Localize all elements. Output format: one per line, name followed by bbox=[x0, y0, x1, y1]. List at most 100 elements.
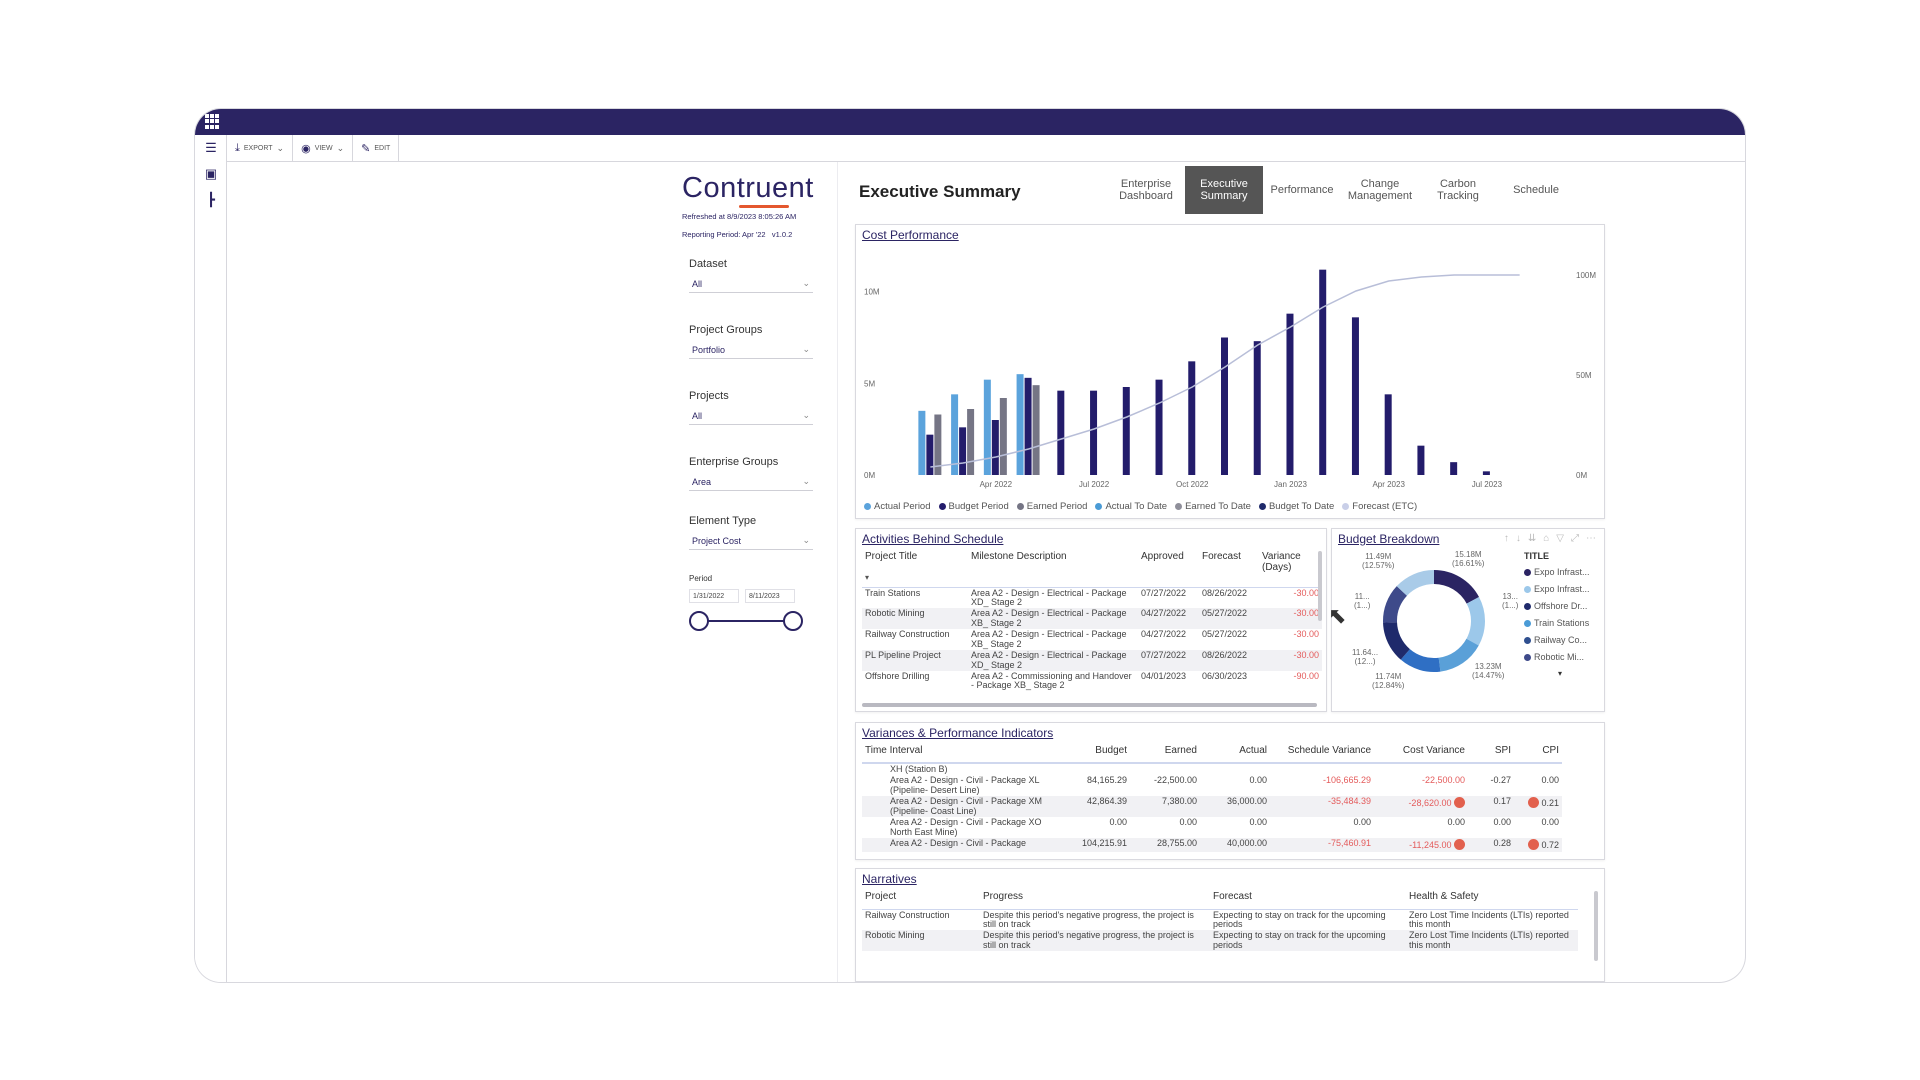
table-row[interactable]: Robotic Mining Despite this period's nega… bbox=[862, 930, 1578, 952]
col-spi[interactable]: SPI bbox=[1468, 745, 1514, 763]
legend-item[interactable]: Expo Infrast... bbox=[1524, 567, 1590, 577]
filter-icon[interactable]: ▽ bbox=[1556, 533, 1564, 544]
col-actual[interactable]: Actual bbox=[1200, 745, 1270, 763]
mouse-cursor-icon: ⬉ bbox=[1328, 603, 1347, 628]
view-button[interactable]: ◉ VIEW ⌄ bbox=[293, 134, 354, 162]
col-earned[interactable]: Earned bbox=[1130, 745, 1200, 763]
eye-icon: ◉ bbox=[301, 142, 311, 155]
col-project[interactable]: Project bbox=[862, 891, 980, 909]
report-icon[interactable]: ▣ bbox=[195, 161, 227, 187]
cell-cost-variance-wrap: -22,500.00 bbox=[1374, 775, 1468, 796]
drill-down-icon[interactable]: ↓ bbox=[1516, 533, 1521, 544]
col-forecast[interactable]: Forecast bbox=[1199, 551, 1259, 573]
legend-item[interactable]: Expo Infrast... bbox=[1524, 584, 1590, 594]
slider-end-handle[interactable] bbox=[783, 611, 803, 631]
col-project-title[interactable]: Project Title bbox=[862, 551, 968, 573]
col-health-safety[interactable]: Health & Safety bbox=[1406, 891, 1578, 909]
donut-slice[interactable] bbox=[1396, 570, 1435, 596]
edit-button[interactable]: ✎ EDIT bbox=[353, 134, 400, 162]
col-schedule-variance[interactable]: Schedule Variance bbox=[1270, 745, 1374, 763]
activities-title[interactable]: Activities Behind Schedule bbox=[862, 532, 1003, 546]
legend-item[interactable]: Actual To Date bbox=[1095, 501, 1167, 512]
legend-item[interactable]: Train Stations bbox=[1524, 618, 1590, 628]
cell-approved: 04/27/2022 bbox=[1138, 608, 1199, 630]
export-button[interactable]: ⤓ EXPORT ⌄ bbox=[227, 134, 294, 162]
cell-cpi-wrap: 0.00 bbox=[1514, 817, 1562, 838]
period-end-input[interactable]: 8/11/2023 bbox=[745, 589, 795, 603]
table-row[interactable]: Robotic Mining Area A2 - Design - Electri… bbox=[862, 608, 1322, 630]
table-row[interactable]: Train Stations Area A2 - Design - Electri… bbox=[862, 587, 1322, 608]
col-cpi[interactable]: CPI bbox=[1514, 745, 1562, 763]
col-cost-variance[interactable]: Cost Variance bbox=[1374, 745, 1468, 763]
hamburger-menu-icon[interactable]: ☰ bbox=[195, 135, 227, 161]
tab-change-management[interactable]: Change Management bbox=[1341, 166, 1419, 214]
legend-item[interactable]: Robotic Mi... bbox=[1524, 652, 1590, 662]
donut-slice[interactable] bbox=[1383, 621, 1411, 660]
legend-item[interactable]: Earned To Date bbox=[1175, 501, 1251, 512]
legend-item-label: Earned To Date bbox=[1185, 501, 1251, 512]
app-launcher-icon[interactable] bbox=[205, 114, 220, 129]
table-row[interactable]: Offshore Drilling Area A2 - Commissioning… bbox=[862, 671, 1322, 692]
legend-item[interactable]: Forecast (ETC) bbox=[1342, 501, 1417, 512]
drill-up-icon[interactable]: ↑ bbox=[1504, 533, 1509, 544]
donut-slice[interactable] bbox=[1383, 586, 1408, 623]
tab-schedule[interactable]: Schedule bbox=[1497, 166, 1575, 214]
cell-health-safety: Zero Lost Time Incidents (LTIs) reported… bbox=[1409, 909, 1569, 929]
table-row[interactable]: XH (Station B) bbox=[862, 763, 1562, 775]
expand-icon[interactable]: ⇊ bbox=[1528, 533, 1536, 544]
activities-hscroll[interactable] bbox=[862, 703, 1317, 707]
variances-title[interactable]: Variances & Performance Indicators bbox=[862, 726, 1053, 740]
sort-arrow-icon[interactable]: ▾ bbox=[862, 573, 1322, 588]
narratives-title[interactable]: Narratives bbox=[862, 872, 917, 886]
slider-start-handle[interactable] bbox=[689, 611, 709, 631]
donut-slice[interactable] bbox=[1433, 570, 1480, 604]
tab-enterprise-dashboard[interactable]: Enterprise Dashboard bbox=[1107, 166, 1185, 214]
cell-schedule-variance: -106,665.29 bbox=[1322, 775, 1371, 786]
activities-vscroll[interactable] bbox=[1318, 551, 1322, 621]
bar bbox=[1450, 462, 1458, 475]
donut-slice[interactable] bbox=[1400, 648, 1441, 672]
legend-scroll-down-icon[interactable]: ▾ bbox=[1558, 669, 1590, 678]
table-row[interactable]: PL Pipeline Project Area A2 - Design - El… bbox=[862, 650, 1322, 671]
table-row[interactable]: Area A2 - Design - Civil - Package 104,21… bbox=[862, 838, 1562, 852]
hierarchy-icon[interactable]: ⌂ bbox=[1543, 533, 1549, 544]
more-options-icon[interactable]: ⋯ bbox=[1586, 533, 1596, 544]
sidebar-divider bbox=[837, 162, 838, 982]
hierarchy-icon[interactable]: ┣ bbox=[195, 187, 227, 213]
legend-item[interactable]: Budget To Date bbox=[1258, 501, 1334, 512]
legend-item[interactable]: Railway Co... bbox=[1524, 635, 1590, 645]
table-row[interactable]: Railway Construction Despite this period'… bbox=[862, 909, 1578, 930]
focus-mode-icon[interactable]: ⤢ bbox=[1571, 533, 1579, 544]
tab-executive-summary[interactable]: Executive Summary bbox=[1185, 166, 1263, 214]
table-row[interactable]: Area A2 - Design - Civil - Package XM (P… bbox=[862, 796, 1562, 818]
enterprise-groups-select[interactable]: Area ⌄ bbox=[689, 473, 813, 491]
legend-item[interactable]: Earned Period bbox=[1016, 501, 1087, 512]
budget-breakdown-title[interactable]: Budget Breakdown bbox=[1338, 532, 1439, 546]
y-right-tick-label: 100M bbox=[1576, 271, 1596, 280]
period-start-input[interactable]: 1/31/2022 bbox=[689, 589, 739, 603]
table-row[interactable]: Area A2 - Design - Civil - Package XO No… bbox=[862, 817, 1562, 838]
dataset-select[interactable]: All ⌄ bbox=[689, 275, 813, 293]
col-narr-forecast[interactable]: Forecast bbox=[1210, 891, 1406, 909]
narratives-vscroll[interactable] bbox=[1594, 891, 1598, 961]
donut-slice[interactable] bbox=[1438, 638, 1479, 672]
col-budget[interactable]: Budget bbox=[1062, 745, 1130, 763]
col-milestone[interactable]: Milestone Description bbox=[968, 551, 1138, 573]
donut-slice[interactable] bbox=[1466, 597, 1485, 646]
legend-item[interactable]: Budget Period bbox=[938, 501, 1009, 512]
period-slider[interactable] bbox=[689, 609, 803, 633]
cell-cost-variance-wrap: 0.00 bbox=[1374, 817, 1468, 838]
table-row[interactable]: Railway Construction Area A2 - Design - E… bbox=[862, 629, 1322, 650]
tab-performance[interactable]: Performance bbox=[1263, 166, 1341, 214]
legend-item[interactable]: Actual Period bbox=[864, 501, 931, 512]
legend-item[interactable]: Offshore Dr... bbox=[1524, 601, 1590, 611]
projects-select[interactable]: All ⌄ bbox=[689, 407, 813, 425]
col-time-interval[interactable]: Time Interval bbox=[862, 745, 1062, 763]
project-groups-select[interactable]: Portfolio ⌄ bbox=[689, 341, 813, 359]
col-variance[interactable]: Variance (Days) bbox=[1259, 551, 1322, 573]
col-approved[interactable]: Approved bbox=[1138, 551, 1199, 573]
tab-carbon-tracking[interactable]: Carbon Tracking bbox=[1419, 166, 1497, 214]
col-progress[interactable]: Progress bbox=[980, 891, 1210, 909]
element-type-select[interactable]: Project Cost ⌄ bbox=[689, 532, 813, 550]
table-row[interactable]: Area A2 - Design - Civil - Package XL (P… bbox=[862, 775, 1562, 796]
